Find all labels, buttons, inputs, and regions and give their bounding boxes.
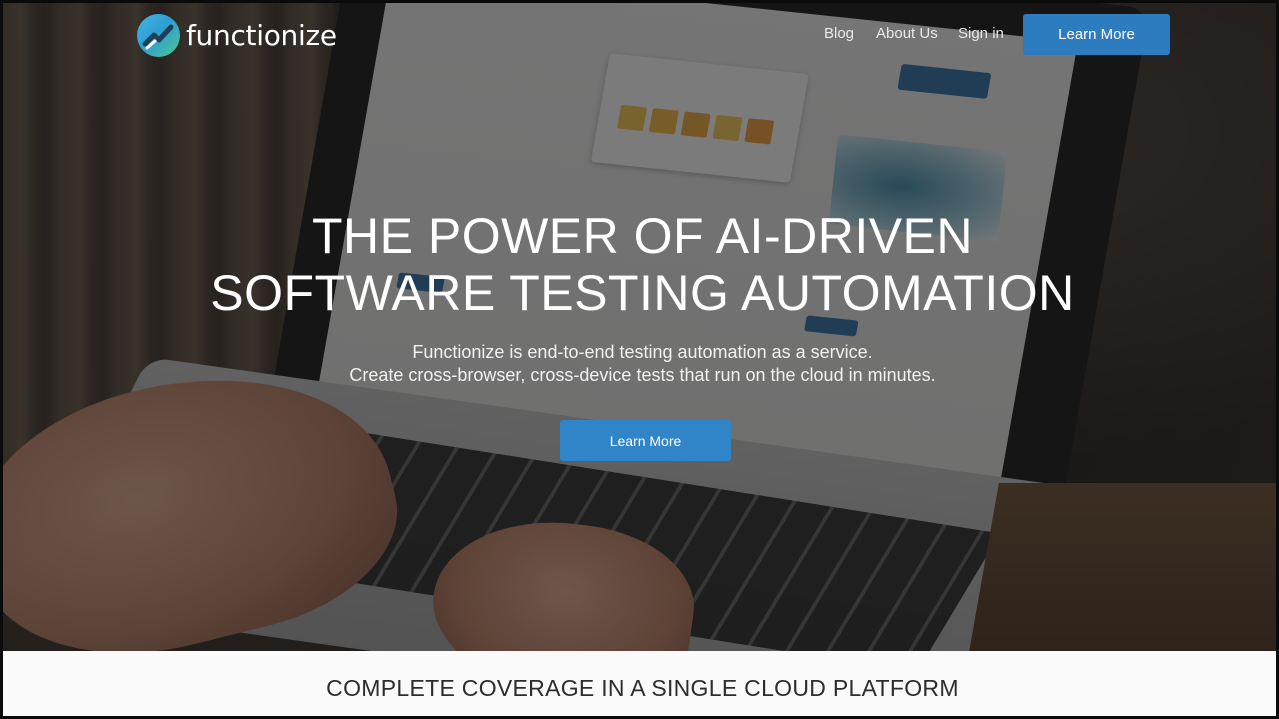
hero-title-line: THE POWER OF AI-DRIVEN: [311, 208, 974, 264]
nav-learn-more-button[interactable]: Learn More: [1023, 14, 1170, 55]
nav-learn-more-label: Learn More: [1058, 26, 1135, 43]
hero-subtitle-line: Functionize is end-to-end testing automa…: [412, 342, 873, 362]
hero-learn-more-button[interactable]: Learn More: [560, 420, 731, 461]
hero-title-line: SOFTWARE TESTING AUTOMATION: [210, 265, 1075, 321]
top-navbar: functionize Blog About Us Sign in Learn …: [3, 3, 1276, 69]
hero-subtitle-line: Create cross-browser, cross-device tests…: [349, 365, 936, 385]
hero-title: THE POWER OF AI-DRIVEN SOFTWARE TESTING …: [3, 208, 1276, 322]
hero-learn-more-label: Learn More: [609, 432, 682, 449]
hero-overlay: [3, 3, 1276, 651]
page-frame: functionize Blog About Us Sign in Learn …: [0, 0, 1279, 719]
hero-background-image: [3, 3, 1276, 651]
hero-subtitle: Functionize is end-to-end testing automa…: [3, 341, 1276, 387]
nav-link-about-us[interactable]: About Us: [876, 25, 938, 42]
nav-link-blog[interactable]: Blog: [824, 25, 854, 42]
nav-link-sign-in[interactable]: Sign in: [958, 25, 1004, 42]
section-heading: COMPLETE COVERAGE IN A SINGLE CLOUD PLAT…: [326, 675, 959, 701]
